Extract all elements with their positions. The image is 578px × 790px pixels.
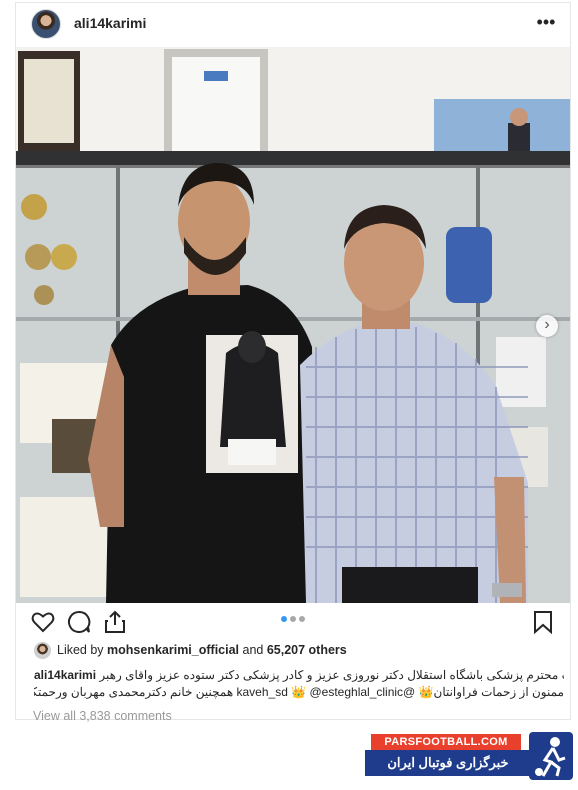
watermark-logo-icon: [529, 732, 573, 780]
photo-image: [16, 47, 570, 603]
caption-text-1: معاونت محترم پزشکی باشگاه استقلال دکتر ن…: [99, 668, 564, 682]
watermark-top-text: PARSFOOTBALL.COM: [371, 734, 521, 750]
carousel-dot: [281, 616, 287, 622]
likes-prefix: Liked by: [57, 642, 108, 657]
username[interactable]: ali14karimi: [74, 15, 146, 31]
carousel-dot: [290, 616, 296, 622]
view-all-comments-link[interactable]: View all 3,838 comments: [33, 709, 172, 723]
post-header: ali14karimi •••: [16, 3, 570, 45]
likes-count[interactable]: 65,207 others: [267, 643, 347, 657]
likes-summary: Liked by mohsenkarimi_official and 65,20…: [34, 642, 347, 660]
caption-username[interactable]: ali14karimi: [34, 668, 96, 682]
likes-middle: and: [239, 642, 267, 657]
chevron-right-icon[interactable]: ›: [536, 315, 558, 337]
avatar[interactable]: [31, 9, 61, 39]
watermark-bottom-text: خبرگزاری فوتبال ایران: [365, 750, 531, 776]
carousel-dot: [299, 616, 305, 622]
bookmark-icon[interactable]: [530, 609, 556, 635]
liker-avatar[interactable]: [34, 642, 51, 659]
heart-icon[interactable]: [30, 609, 56, 635]
carousel-indicator: [281, 616, 311, 624]
post-photo[interactable]: ›: [16, 47, 570, 603]
more-options-icon[interactable]: •••: [536, 13, 556, 33]
comment-icon[interactable]: [66, 609, 92, 635]
caption-line-1: ali14karimi معاونت محترم پزشکی باشگاه اس…: [34, 667, 564, 684]
caption-line-2: ممنون از زحمات فراوانتان👑 @kaveh_sd 👑 @e…: [34, 685, 564, 699]
share-icon[interactable]: [102, 609, 128, 635]
post-actions: [16, 603, 570, 639]
parsfootball-watermark: PARSFOOTBALL.COM خبرگزاری فوتبال ایران: [365, 732, 573, 782]
instagram-post: ali14karimi ••• › Liked by mohsenkarimi_…: [15, 2, 571, 723]
post-caption: ali14karimi معاونت محترم پزشکی باشگاه اس…: [34, 667, 564, 701]
liker-username[interactable]: mohsenkarimi_official: [107, 643, 239, 657]
